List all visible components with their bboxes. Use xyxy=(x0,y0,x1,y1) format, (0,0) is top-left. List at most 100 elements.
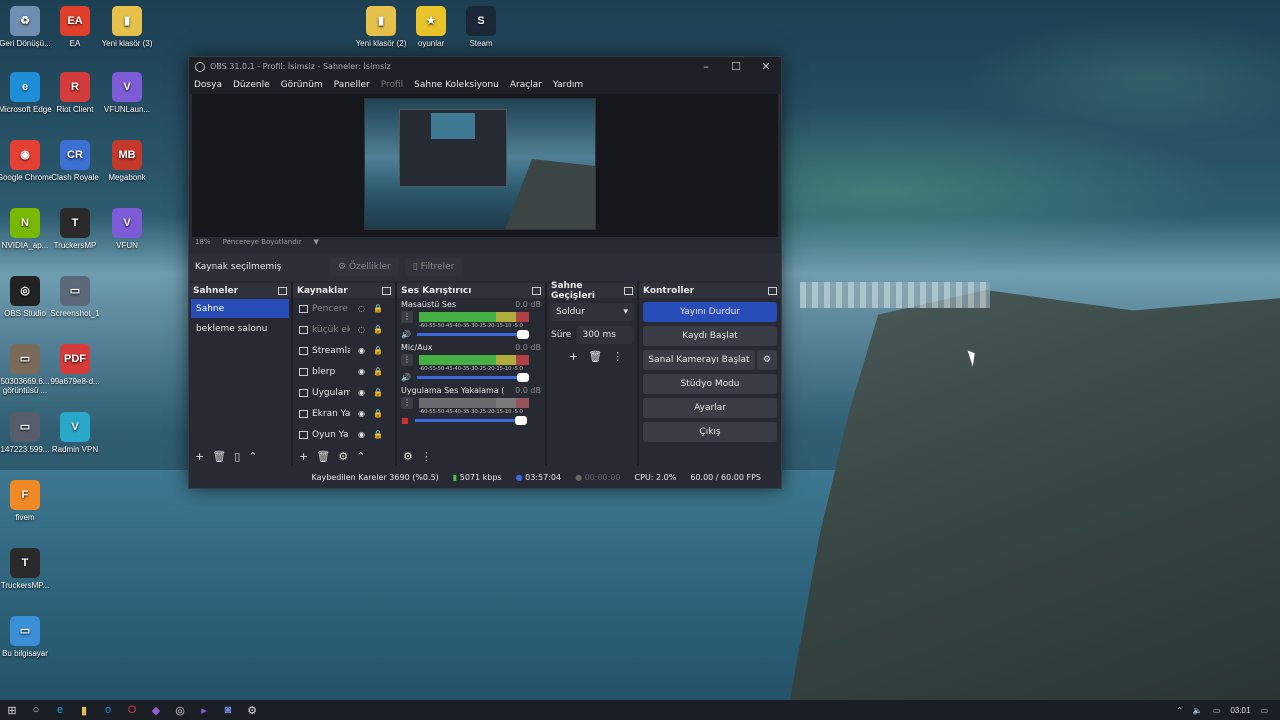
more-icon[interactable]: ⋮ xyxy=(421,450,432,463)
app-icon[interactable]: ◆ xyxy=(144,700,168,720)
studio-mode-button[interactable]: Stüdyo Modu xyxy=(643,374,777,394)
exit-button[interactable]: Çıkış xyxy=(643,422,777,442)
outlook-icon[interactable]: o xyxy=(96,700,120,720)
source-item[interactable]: Oyun Ya ◉ 🔒 xyxy=(293,424,395,445)
filter-icon[interactable]: ▯ xyxy=(234,450,240,463)
slider-knob[interactable] xyxy=(516,373,529,382)
menu-paneller[interactable]: Paneller xyxy=(334,80,370,90)
chevron-up-icon[interactable]: ⌃ xyxy=(248,450,257,463)
notification-icon[interactable]: ▭ xyxy=(1260,706,1268,715)
desktop-icon[interactable]: V VFUN xyxy=(96,208,158,250)
properties-button[interactable]: ⚙ Özellikler xyxy=(330,258,399,276)
undock-icon[interactable] xyxy=(532,286,541,295)
desktop-icon[interactable]: S Steam xyxy=(450,6,512,48)
trash-icon[interactable]: 🗑 xyxy=(212,450,226,463)
lock-icon[interactable]: 🔒 xyxy=(373,388,383,397)
undock-icon[interactable] xyxy=(768,286,777,295)
obs-taskbar-icon[interactable]: ◎ xyxy=(168,700,192,720)
source-item[interactable]: Pencere ◌ 🔒 xyxy=(293,298,395,319)
lock-icon[interactable]: 🔒 xyxy=(373,346,383,355)
eye-icon[interactable]: ◉ xyxy=(358,430,365,439)
menu-gorunum[interactable]: Görünüm xyxy=(281,80,323,90)
menu-araclar[interactable]: Araçlar xyxy=(510,80,542,90)
more-icon[interactable]: ⋮ xyxy=(612,350,623,363)
zoom-mode[interactable]: Pencereye Boyutlandır xyxy=(223,238,302,246)
search-icon[interactable]: ○ xyxy=(24,700,48,720)
desktop-icon[interactable]: Ffivem xyxy=(0,480,56,522)
chevron-down-icon[interactable]: ▼ xyxy=(313,238,318,246)
eye-off-icon[interactable]: ◌ xyxy=(358,325,365,334)
eye-off-icon[interactable]: ◌ xyxy=(358,304,365,313)
lock-icon[interactable]: 🔒 xyxy=(373,430,383,439)
menu-yardim[interactable]: Yardım xyxy=(553,80,583,90)
chevron-up-icon[interactable]: ⌃ xyxy=(356,450,365,463)
menu-duzenle[interactable]: Düzenle xyxy=(233,80,270,90)
vs-icon[interactable]: ▸ xyxy=(192,700,216,720)
stop-stream-button[interactable]: Yayını Durdur xyxy=(643,302,777,322)
gear-icon[interactable]: ⚙ xyxy=(757,350,777,370)
desktop-icon[interactable]: V Radmin VPN xyxy=(44,412,106,454)
lock-icon[interactable]: 🔒 xyxy=(373,304,383,313)
desktop-icon[interactable]: T TruckersMP... xyxy=(0,548,56,590)
maximize-button[interactable]: ☐ xyxy=(721,60,751,73)
steam-icon[interactable]: ⚙ xyxy=(240,700,264,720)
speaker-icon[interactable]: 🔊 xyxy=(401,373,411,382)
start-record-button[interactable]: Kaydı Başlat xyxy=(643,326,777,346)
menu-profil[interactable]: Profil xyxy=(381,80,403,90)
trash-icon[interactable]: 🗑 xyxy=(316,450,330,463)
add-icon[interactable]: + xyxy=(195,450,204,463)
undock-icon[interactable] xyxy=(382,286,391,295)
desktop-icon[interactable]: ▭ Screenshot_1 xyxy=(44,276,106,318)
folder-icon[interactable]: ▮ xyxy=(72,700,96,720)
more-icon[interactable]: ⋮ xyxy=(401,397,413,409)
filters-button[interactable]: ▯ Filtreler xyxy=(404,258,463,276)
preview-area[interactable] xyxy=(192,94,778,237)
eye-icon[interactable]: ◉ xyxy=(358,409,365,418)
add-icon[interactable]: + xyxy=(569,350,578,363)
more-icon[interactable]: ⋮ xyxy=(401,354,413,366)
desktop-icon[interactable]: MB Megabonk xyxy=(96,140,158,182)
trash-icon[interactable]: 🗑 xyxy=(588,350,602,363)
slider-knob[interactable] xyxy=(514,416,527,425)
settings-button[interactable]: Ayarlar xyxy=(643,398,777,418)
source-item[interactable]: blerp ◉ 🔒 xyxy=(293,361,395,382)
keyboard-icon[interactable]: ▭ xyxy=(1213,706,1221,715)
source-item[interactable]: Streamla ◉ 🔒 xyxy=(293,340,395,361)
opera-icon[interactable]: O xyxy=(120,700,144,720)
desktop-icon[interactable]: PDF 99a679e8-d... xyxy=(44,344,106,386)
desktop-icon[interactable]: ▭ Bu bilgisayar xyxy=(0,616,56,658)
eye-icon[interactable]: ◉ xyxy=(358,367,365,376)
add-icon[interactable]: + xyxy=(299,450,308,463)
source-item[interactable]: Uygulam ◉ 🔒 xyxy=(293,382,395,403)
menu-sahne-koleksiyonu[interactable]: Sahne Koleksiyonu xyxy=(414,80,499,90)
mute-icon[interactable]: ■ xyxy=(401,416,409,425)
gear-icon[interactable]: ⚙ xyxy=(338,450,348,463)
undock-icon[interactable] xyxy=(278,286,287,295)
scene-item[interactable]: bekleme salonu xyxy=(191,319,289,338)
clock[interactable]: 03:01 xyxy=(1230,706,1250,715)
gear-icon[interactable]: ⚙ xyxy=(403,450,413,463)
chevron-up-icon[interactable]: ⌃ xyxy=(1176,706,1183,715)
volume-slider[interactable] xyxy=(416,330,529,339)
eye-icon[interactable]: ◉ xyxy=(358,346,365,355)
slider-knob[interactable] xyxy=(516,330,529,339)
volume-slider[interactable] xyxy=(416,373,529,382)
edge-icon[interactable]: e xyxy=(48,700,72,720)
speaker-icon[interactable]: 🔈 xyxy=(1193,706,1203,715)
minimize-button[interactable]: – xyxy=(691,60,721,73)
lock-icon[interactable]: 🔒 xyxy=(373,409,383,418)
virtual-camera-button[interactable]: Sanal Kamerayı Başlat xyxy=(643,350,755,370)
transition-select[interactable]: Soldur ▾ xyxy=(551,303,633,321)
duration-input[interactable]: 300 ms xyxy=(577,326,633,344)
lock-icon[interactable]: 🔒 xyxy=(373,367,383,376)
desktop-icon[interactable]: ▮ Yeni klasör (3) xyxy=(96,6,158,48)
desktop-icon[interactable]: V VFUNLaun... xyxy=(96,72,158,114)
source-item[interactable]: Ekran Ya ◉ 🔒 xyxy=(293,403,395,424)
eye-icon[interactable]: ◉ xyxy=(358,388,365,397)
close-button[interactable]: ✕ xyxy=(751,60,781,73)
discord-icon[interactable]: ◙ xyxy=(216,700,240,720)
obs-window[interactable]: OBS 31.0.1 - Profil: İsimsiz - Sahneler:… xyxy=(188,56,782,489)
undock-icon[interactable] xyxy=(624,286,633,295)
menu-dosya[interactable]: Dosya xyxy=(194,80,222,90)
speaker-icon[interactable]: 🔊 xyxy=(401,330,411,339)
